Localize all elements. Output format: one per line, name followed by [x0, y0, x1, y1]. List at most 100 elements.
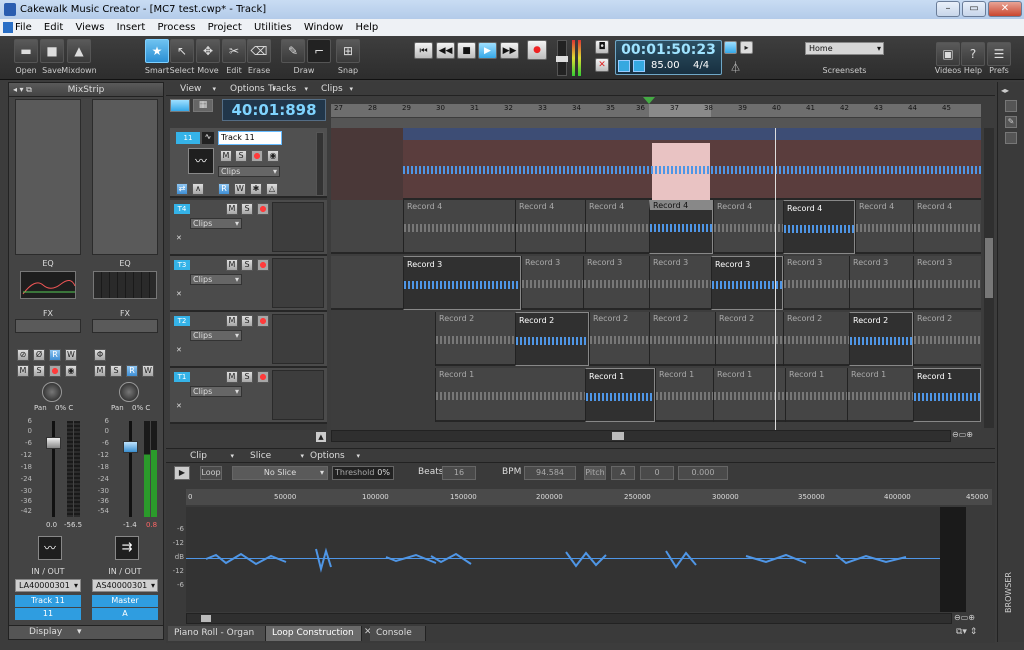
pan-knob[interactable]: [42, 382, 62, 402]
phase-button[interactable]: ⊘: [17, 349, 29, 361]
draw-mode-button[interactable]: ⌐: [307, 39, 331, 63]
edit-tool-button[interactable]: ✂: [222, 39, 246, 63]
save-button[interactable]: ■: [40, 39, 64, 63]
timeline-ruler[interactable]: 27 28 29 30 31 32 33 34 35 36 37 38 39 4…: [331, 104, 981, 117]
clip-record-3-selected[interactable]: Record 3: [711, 256, 783, 310]
clips-select[interactable]: Clips ▾: [190, 330, 242, 341]
track-layout-button[interactable]: [170, 99, 190, 112]
loop-options-menu[interactable]: Options ▾: [300, 449, 362, 463]
clip-record-1-selected[interactable]: Record 1: [585, 368, 655, 422]
solo-button[interactable]: S: [241, 315, 253, 327]
lane-t1[interactable]: Record 1 Record 1 Record 1 Record 1 Reco…: [331, 368, 981, 422]
loop-region-marker[interactable]: [649, 104, 711, 117]
write-automation-button[interactable]: W: [234, 183, 246, 195]
lane-t4[interactable]: Record 4 Record 4 Record 4 Record 4 Reco…: [331, 200, 981, 254]
playhead-marker[interactable]: [643, 97, 655, 104]
chevron-down-icon[interactable]: ▾: [77, 627, 82, 637]
zoom-controls[interactable]: ⊖▭⊕: [952, 430, 994, 442]
clips-menu[interactable]: Clips ▾: [311, 82, 355, 96]
mute-button[interactable]: M: [226, 259, 238, 271]
input-select[interactable]: LA40000301 ▾: [15, 579, 81, 592]
track-header-t4[interactable]: T4 M S Clips ▾ ✕: [170, 200, 327, 256]
beats-field[interactable]: 16: [442, 466, 476, 480]
record-arm-button[interactable]: [49, 365, 61, 377]
tab-loop-construction[interactable]: Loop Construction: [266, 626, 362, 641]
solo-button[interactable]: S: [241, 259, 253, 271]
track-header-t1[interactable]: T1 M S Clips ▾ ✕: [170, 368, 327, 424]
select-tool-button[interactable]: ↖: [170, 39, 194, 63]
solo-button[interactable]: S: [235, 150, 247, 162]
clip-record-1[interactable]: Record 1: [847, 368, 913, 422]
pan-knob[interactable]: [119, 382, 139, 402]
expand-icon[interactable]: ✕: [176, 234, 182, 242]
clip-record-3[interactable]: Record 3: [849, 256, 913, 310]
pitch-cents-field[interactable]: 0.000: [678, 466, 728, 480]
clip-record-4[interactable]: Record 4: [713, 200, 783, 254]
rewind-button[interactable]: ◀◀: [436, 42, 455, 59]
input-echo-button[interactable]: ◉: [65, 365, 77, 377]
mute-button[interactable]: M: [226, 315, 238, 327]
pitch-key-field[interactable]: A: [611, 466, 635, 480]
tab-piano-roll[interactable]: Piano Roll - Organ: [168, 626, 266, 641]
mute-button[interactable]: M: [17, 365, 29, 377]
read-automation-button[interactable]: R: [126, 365, 138, 377]
clip-record-3[interactable]: Record 3: [649, 256, 711, 310]
now-time-display[interactable]: 40:01:898: [222, 99, 326, 121]
browser-loops-icon[interactable]: [1005, 132, 1017, 144]
archive-button[interactable]: △: [266, 183, 278, 195]
clip-record-2[interactable]: Record 2: [715, 312, 783, 366]
clip-record-2[interactable]: Record 2: [649, 312, 715, 366]
maximize-button[interactable]: ▭: [962, 1, 986, 17]
scroll-thumb[interactable]: [985, 238, 993, 298]
clip-record-2[interactable]: Record 2: [435, 312, 515, 366]
meter-readout[interactable]: 4/4: [693, 60, 709, 71]
clip-record-1-selected[interactable]: Record 1: [913, 368, 981, 422]
count-in-toggle[interactable]: ▸: [740, 41, 753, 54]
track-header-t3[interactable]: T3 M S Clips ▾ ✕: [170, 256, 327, 312]
help-button[interactable]: ?: [961, 42, 985, 66]
solo-button[interactable]: S: [241, 203, 253, 215]
menu-help[interactable]: Help: [355, 22, 378, 33]
menu-process[interactable]: Process: [158, 22, 196, 33]
clip-record-1[interactable]: Record 1: [785, 368, 847, 422]
metronome-toggle[interactable]: [724, 41, 737, 54]
clip-record-4[interactable]: Record 4: [585, 200, 649, 254]
write-automation-button[interactable]: W: [142, 365, 154, 377]
track-scrollbar[interactable]: [316, 132, 324, 196]
sample-ruler[interactable]: 0 50000 100000 150000 200000 250000 3000…: [186, 489, 992, 505]
record-arm-button[interactable]: [257, 203, 269, 215]
volume-fader[interactable]: [46, 437, 61, 449]
fast-forward-button[interactable]: ▶▶: [500, 42, 519, 59]
inserts-slot[interactable]: [92, 99, 158, 255]
clip-record-2-selected[interactable]: Record 2: [849, 312, 913, 366]
preview-play-button[interactable]: ▶: [174, 466, 190, 480]
clip-record-3[interactable]: Record 3: [521, 256, 583, 310]
freeze-button[interactable]: ✱: [250, 183, 262, 195]
clip-record-3[interactable]: Record 3: [583, 256, 649, 310]
clip-record-2[interactable]: Record 2: [589, 312, 649, 366]
waveform-editor[interactable]: [186, 507, 966, 612]
mute-button[interactable]: M: [226, 203, 238, 215]
menu-insert[interactable]: Insert: [117, 22, 146, 33]
loop-toggle[interactable]: Loop: [200, 466, 222, 480]
sync-icon[interactable]: [618, 60, 630, 72]
clip-menu[interactable]: Clip ▾: [180, 449, 236, 463]
clip-record-3-selected[interactable]: Record 3: [403, 256, 521, 310]
collapse-icon[interactable]: ▲: [316, 432, 326, 442]
clip-record-2[interactable]: Record 2: [913, 312, 981, 366]
clip-record-4-selected[interactable]: Record 4: [783, 200, 855, 254]
horizontal-scrollbar[interactable]: [331, 430, 951, 442]
smart-tool-button[interactable]: ★: [145, 39, 169, 63]
record-button[interactable]: ●: [527, 40, 547, 60]
expand-icon[interactable]: ✕: [176, 290, 182, 298]
tracks-menu[interactable]: Tracks ▾: [258, 82, 310, 96]
mono-button[interactable]: Ø: [33, 349, 45, 361]
clips-pane[interactable]: Record 4 Record 4 Record 4 Record 4 Reco…: [331, 128, 981, 430]
browser-expand-icon[interactable]: ◂▸: [1001, 86, 1021, 96]
marker-lane[interactable]: [331, 118, 981, 128]
read-automation-button[interactable]: R: [218, 183, 230, 195]
panel-options-icon[interactable]: ◂ ▾ ⧉: [13, 83, 32, 97]
track-type-button[interactable]: ⇄: [176, 183, 188, 195]
pitch-semitone-field[interactable]: 0: [640, 466, 674, 480]
loop-toggle-button[interactable]: ◘: [595, 40, 609, 54]
